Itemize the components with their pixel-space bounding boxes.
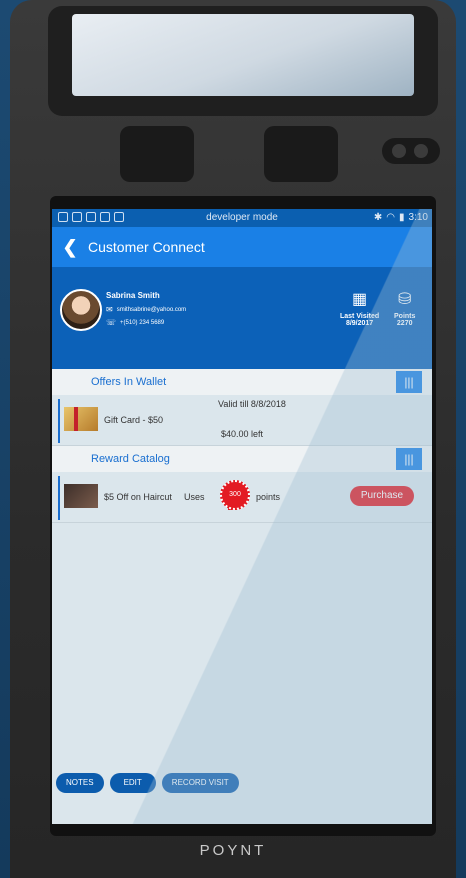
- phone-icon: ☏: [106, 318, 117, 327]
- haircut-thumbnail: [64, 484, 98, 508]
- app-screen: developer mode ✱ ◠ ▮ 3:10 ❮ Customer Con…: [52, 209, 432, 824]
- database-icon: ⛁: [397, 291, 412, 308]
- battery-icon: ▮: [399, 212, 405, 223]
- row-accent: [58, 476, 60, 520]
- rewards-menu-button[interactable]: |||: [396, 448, 422, 470]
- system-icons: ✱ ◠ ▮ 3:10: [374, 212, 428, 223]
- row-accent: [58, 399, 60, 443]
- email-text: smithsabrine@yahoo.com: [116, 306, 187, 313]
- reward-uses-label: Uses: [184, 492, 205, 502]
- offer-title: Gift Card - $50: [104, 415, 164, 425]
- list-item: $5 Off on Haircut Uses 300 points Purcha…: [52, 472, 432, 523]
- last-visited-stat: ▦ Last Visited 8/9/2017: [340, 289, 379, 327]
- gift-card-thumbnail: [64, 407, 98, 431]
- mail-icon: ✉: [106, 305, 113, 314]
- list-item[interactable]: Gift Card - $50 Valid till 8/8/2018 $40.…: [52, 395, 432, 446]
- customer-profile: Sabrina Smith ✉ smithsabrine@yahoo.com ☏…: [52, 267, 432, 369]
- offer-valid: Valid till 8/8/2018: [218, 399, 286, 409]
- clock: 3:10: [408, 212, 428, 223]
- record-visit-button[interactable]: RECORD VISIT: [161, 773, 239, 793]
- status-bar: developer mode ✱ ◠ ▮ 3:10: [52, 209, 432, 227]
- grip-right: [264, 126, 338, 182]
- calendar-icon: ▦: [352, 291, 368, 308]
- avatar: [60, 289, 102, 331]
- bluetooth-icon: ✱: [373, 212, 383, 223]
- page-title: Customer Connect: [88, 239, 205, 255]
- last-visited-label: Last Visited: [340, 313, 380, 320]
- grip-left: [120, 126, 194, 182]
- points-label: Points: [394, 313, 416, 320]
- notes-button[interactable]: NOTES: [56, 773, 104, 793]
- camera-icon: [382, 138, 440, 164]
- offers-header: Offers In Wallet |||: [52, 369, 432, 395]
- customer-name: Sabrina Smith: [106, 291, 160, 300]
- points-stat: ⛁ Points 2270: [394, 289, 415, 327]
- wifi-icon: ◠: [386, 212, 396, 223]
- reward-title: $5 Off on Haircut: [104, 492, 172, 502]
- offers-menu-button[interactable]: |||: [396, 371, 422, 393]
- action-bar: NOTES EDIT RECORD VISIT: [56, 773, 239, 793]
- purchase-button[interactable]: Purchase: [350, 486, 414, 506]
- rewards-header: Reward Catalog |||: [52, 446, 432, 472]
- phone-text: +(510) 234 5689: [120, 319, 165, 326]
- customer-facing-screen: [72, 14, 414, 96]
- points-badge: 300: [220, 480, 250, 510]
- last-visited-value: 8/9/2017: [345, 320, 374, 327]
- rewards-title: Reward Catalog: [91, 453, 170, 465]
- edit-button[interactable]: EDIT: [109, 773, 156, 793]
- points-value: 2270: [396, 320, 413, 327]
- offers-title: Offers In Wallet: [91, 376, 167, 388]
- customer-email[interactable]: ✉ smithsabrine@yahoo.com: [106, 305, 186, 314]
- customer-phone[interactable]: ☏ +(510) 234 5689: [106, 318, 164, 327]
- app-bar: ❮ Customer Connect: [52, 227, 432, 267]
- device-brand: POYNT: [199, 842, 267, 859]
- chevron-left-icon[interactable]: ❮: [52, 237, 88, 258]
- reward-points-label: points: [256, 492, 281, 502]
- offer-balance: $40.00 left: [221, 429, 264, 439]
